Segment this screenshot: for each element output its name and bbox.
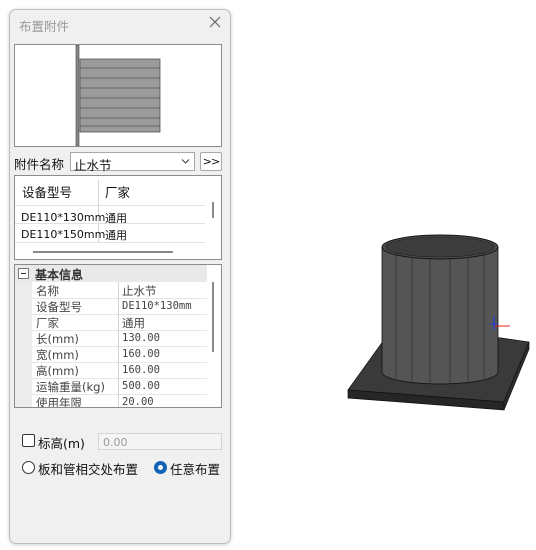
- property-value: 500.00: [122, 380, 160, 392]
- radio-free[interactable]: [154, 461, 167, 474]
- elevation-value: 0.00: [103, 436, 128, 449]
- horizontal-scrollbar[interactable]: [33, 251, 173, 253]
- fitting-name-row: 附件名称 止水节 >>: [14, 152, 222, 173]
- header-divider: [15, 205, 205, 206]
- property-name: 设备型号: [36, 300, 82, 314]
- chevron-down-icon: [181, 159, 190, 164]
- more-button[interactable]: >>: [200, 152, 222, 171]
- radio-intersection[interactable]: [22, 461, 35, 474]
- radio-free-label[interactable]: 任意布置: [170, 459, 220, 478]
- model-cell: DE110*150mm: [21, 228, 106, 241]
- close-icon[interactable]: [207, 14, 223, 30]
- model-viewport[interactable]: [340, 220, 530, 420]
- property-name: 高(mm): [36, 364, 79, 378]
- property-value: 130.00: [122, 332, 160, 344]
- place-fitting-dialog: 布置附件 附件名称 止水节 >> 设备型号 厂家 DE110*130mm 通用 …: [9, 9, 231, 544]
- property-name: 运输重量(kg): [36, 380, 105, 394]
- property-name: 名称: [36, 284, 59, 298]
- fitting-name-select[interactable]: 止水节: [70, 152, 195, 173]
- property-value: 止水节: [122, 284, 157, 298]
- column-divider: [118, 282, 119, 407]
- property-value: DE110*130mm: [122, 300, 192, 312]
- vendor-col-header: 厂家: [105, 185, 131, 200]
- row-divider: [15, 242, 205, 243]
- property-name: 厂家: [36, 316, 59, 330]
- fitting-preview-drawing: [75, 44, 161, 147]
- dialog-title: 布置附件: [19, 19, 70, 34]
- fitting-name-label: 附件名称: [14, 157, 65, 172]
- elevation-checkbox[interactable]: [22, 434, 35, 447]
- property-name: 宽(mm): [36, 348, 79, 362]
- row-divider: [15, 223, 205, 224]
- elevation-input[interactable]: 0.00: [98, 433, 222, 450]
- property-value: 通用: [122, 316, 145, 330]
- vendor-cell: 通用: [105, 229, 127, 242]
- property-name: 长(mm): [36, 332, 79, 346]
- elevation-label: 标高(m): [38, 436, 85, 451]
- property-value: 160.00: [122, 348, 160, 360]
- property-gutter: [15, 282, 32, 407]
- radio-intersection-label[interactable]: 板和管相交处布置: [38, 459, 138, 478]
- fitting-preview: [14, 44, 222, 147]
- cylinder-body: [381, 246, 499, 385]
- model-col-header: 设备型号: [22, 185, 73, 200]
- property-grid: 基本信息 名称 止水节 设备型号 DE110*130mm 厂家 通用 长(mm)…: [14, 264, 222, 408]
- collapse-icon[interactable]: [18, 268, 29, 279]
- property-section-header[interactable]: 基本信息: [15, 265, 207, 282]
- model-table: 设备型号 厂家 DE110*130mm 通用 DE110*150mm 通用: [14, 175, 222, 260]
- elevation-row: 标高(m) 0.00: [22, 433, 224, 451]
- vertical-scrollbar[interactable]: [212, 282, 214, 352]
- cylinder-inner: [385, 236, 495, 258]
- property-value: 160.00: [122, 364, 160, 376]
- property-value: 20.00: [122, 396, 154, 408]
- vertical-scrollbar[interactable]: [212, 202, 214, 218]
- property-section-title: 基本信息: [35, 268, 84, 282]
- property-name: 使用年限: [36, 396, 82, 408]
- fitting-name-value: 止水节: [74, 158, 112, 173]
